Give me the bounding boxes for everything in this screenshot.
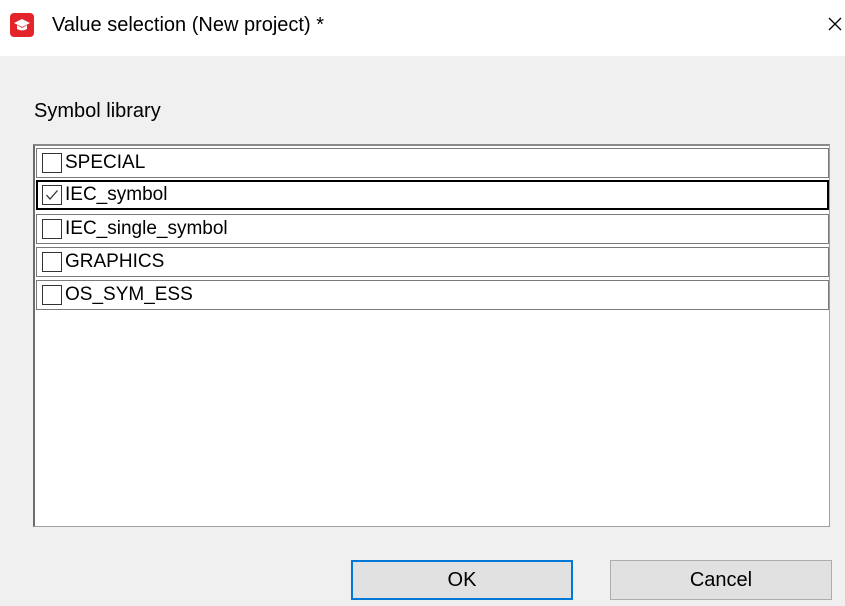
check-icon (46, 190, 58, 200)
ok-button[interactable]: OK (351, 560, 573, 600)
checkbox[interactable] (42, 285, 62, 305)
app-logo-icon (10, 13, 34, 37)
symbol-library-label: Symbol library (34, 100, 161, 122)
list-item-graphics[interactable]: GRAPHICS (36, 247, 829, 277)
list-item-os-sym-ess[interactable]: OS_SYM_ESS (36, 280, 829, 310)
title-bar: Value selection (New project) * (0, 0, 845, 56)
cancel-button[interactable]: Cancel (610, 560, 832, 600)
window-title: Value selection (New project) * (52, 14, 324, 36)
list-item-special[interactable]: SPECIAL (36, 148, 829, 178)
list-item-label: SPECIAL (65, 152, 146, 173)
list-item-label: IEC_single_symbol (65, 218, 228, 239)
close-icon (828, 17, 842, 31)
symbol-library-list[interactable]: SPECIAL IEC_symbol IEC_single_symbol GRA… (33, 144, 830, 527)
checkbox[interactable] (42, 185, 62, 205)
list-item-label: IEC_symbol (65, 184, 168, 205)
list-item-label: OS_SYM_ESS (65, 284, 193, 305)
list-item-iec-single-symbol[interactable]: IEC_single_symbol (36, 214, 829, 244)
list-item-iec-symbol[interactable]: IEC_symbol (36, 180, 829, 210)
close-button[interactable] (825, 4, 845, 44)
checkbox[interactable] (42, 153, 62, 173)
checkbox[interactable] (42, 252, 62, 272)
list-item-label: GRAPHICS (65, 251, 165, 272)
checkbox[interactable] (42, 219, 62, 239)
